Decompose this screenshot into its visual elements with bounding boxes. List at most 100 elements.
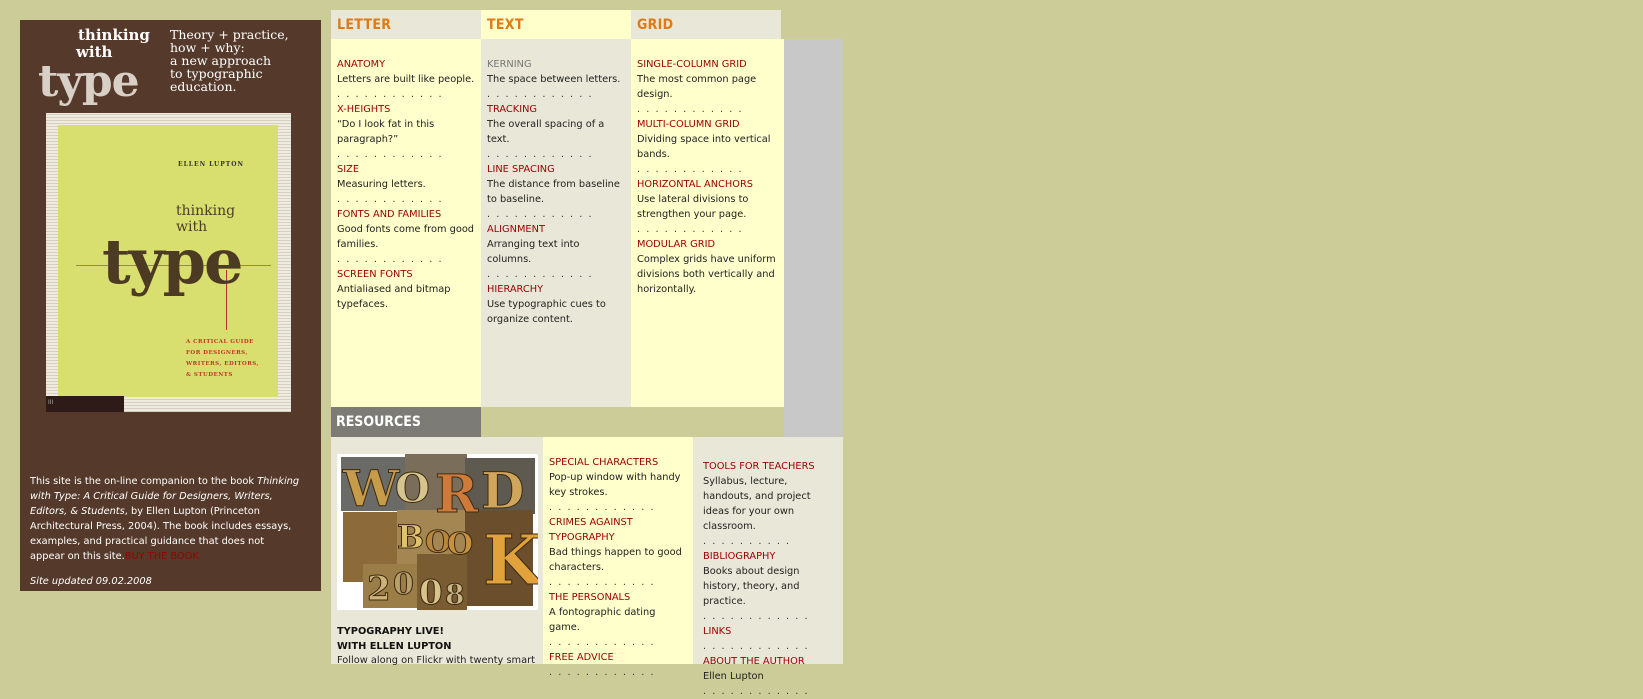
wordbook-letter: K [483, 521, 538, 601]
item-description: Complex grids have uniform divisions bot… [637, 254, 776, 295]
link-tracking[interactable]: TRACKING [487, 102, 625, 117]
link-kerning[interactable]: KERNING [487, 57, 625, 72]
cover-subtitle-line: FOR DESIGNERS, [186, 350, 248, 356]
dotted-divider: . . . . . . . . . . . . [549, 667, 656, 678]
cover-title-line: thinking [176, 203, 236, 219]
tab-letter[interactable]: LETTER [331, 10, 481, 39]
resources-right-column: TOOLS FOR TEACHERS Syllabus, lecture, ha… [693, 437, 843, 697]
wordbook-image[interactable]: W O R D B O O K 2 0 0 8 [337, 454, 538, 610]
item-description: Use lateral divisions to strengthen your… [637, 194, 749, 220]
link-free-advice[interactable]: FREE ADVICE [549, 650, 687, 665]
link-x-heights[interactable]: X-HEIGHTS [337, 102, 475, 117]
link-crimes-against-typography[interactable]: CRIMES AGAINST TYPOGRAPHY [549, 515, 687, 545]
gray-spacer [784, 39, 843, 437]
link-fonts-and-families[interactable]: FONTS AND FAMILIES [337, 207, 475, 222]
item-description: The overall spacing of a text. [487, 119, 605, 145]
item-description: Arranging text into columns. [487, 239, 580, 265]
tagline-line: education. [170, 79, 237, 94]
wordbook-letter: 0 [393, 567, 414, 602]
logo-line-thinking: thinking [78, 26, 150, 44]
link-the-personals[interactable]: THE PERSONALS [549, 590, 687, 605]
link-modular-grid[interactable]: MODULAR GRID [637, 237, 778, 252]
tab-grid[interactable]: GRID [631, 10, 781, 39]
dotted-divider: . . . . . . . . . . . . [337, 194, 444, 205]
letter-column: ANATOMY Letters are built like people. .… [331, 39, 481, 407]
dotted-divider: . . . . . . . . . . . . [487, 209, 594, 220]
wordbook-letter: D [481, 461, 524, 520]
dotted-divider: . . . . . . . . . . . . [549, 502, 656, 513]
wordbook-letter: 2 [367, 569, 391, 609]
link-about-the-author[interactable]: ABOUT THE AUTHOR [703, 654, 833, 669]
resources-feature: W O R D B O O K 2 0 0 8 TYPOGRAPHY LIVE!… [331, 437, 543, 666]
live-title-line: WITH ELLEN LUPTON [337, 641, 452, 652]
link-tools-for-teachers[interactable]: TOOLS FOR TEACHERS [703, 459, 833, 474]
cover-subtitle-line: A CRITICAL GUIDE [186, 339, 254, 345]
wordbook-letter: B [397, 518, 424, 556]
link-alignment[interactable]: ALIGNMENT [487, 222, 625, 237]
item-description: Syllabus, lecture, handouts, and project… [703, 476, 811, 532]
dotted-divider: . . . . . . . . . . . . [637, 164, 744, 175]
info-intro: This site is the on-line companion to th… [30, 476, 258, 487]
typography-live-description: Follow along on Flickr with twenty smart [337, 655, 535, 666]
resources-header-spacer [481, 407, 784, 437]
text-column: KERNING The space between letters. . . .… [481, 39, 631, 407]
item-description: The most common page design. [637, 74, 757, 100]
dotted-divider: . . . . . . . . . . . . [337, 254, 444, 265]
dotted-divider: . . . . . . . . . . . . [703, 641, 810, 652]
dotted-divider: . . . . . . . . . . . . [637, 104, 744, 115]
link-horizontal-anchors[interactable]: HORIZONTAL ANCHORS [637, 177, 778, 192]
dotted-divider: . . . . . . . . . . . . [703, 611, 810, 622]
wordbook-letter: O [395, 465, 430, 512]
item-description: Ellen Lupton [703, 671, 764, 682]
link-links[interactable]: LINKS [703, 624, 833, 639]
resources-header: RESOURCES [331, 407, 481, 437]
wordbook-letter: R [435, 464, 479, 525]
dotted-divider: . . . . . . . . . . . . [337, 89, 444, 100]
dotted-divider: . . . . . . . . . . . . [487, 149, 594, 160]
book-cover-image[interactable]: ELLEN LUPTON thinking with type A CRITIC… [46, 113, 291, 412]
live-title-line: TYPOGRAPHY LIVE! [337, 626, 444, 637]
dotted-divider: . . . . . . . . . . . . [637, 224, 744, 235]
cover-author: ELLEN LUPTON [178, 161, 244, 168]
cover-subtitle-line: WRITERS, EDITORS, [186, 361, 259, 367]
cover-subtitle: A CRITICAL GUIDE FOR DESIGNERS, WRITERS,… [186, 337, 259, 381]
link-anatomy[interactable]: ANATOMY [337, 57, 475, 72]
dotted-divider: . . . . . . . . . . . . [549, 577, 656, 588]
wordbook-letter: O [447, 527, 473, 562]
link-multi-column-grid[interactable]: MULTI-COLUMN GRID [637, 117, 778, 132]
link-single-column-grid[interactable]: SINGLE-COLUMN GRID [637, 57, 778, 72]
buy-the-book-link[interactable]: BUY THE BOOK [125, 551, 199, 562]
dotted-divider: . . . . . . . . . . . . [487, 89, 594, 100]
link-screen-fonts[interactable]: SCREEN FONTS [337, 267, 475, 282]
wordbook-letter: 0 [419, 573, 443, 610]
logo-type-word[interactable]: type [38, 56, 140, 107]
cover-subtitle-line: & STUDENTS [186, 372, 233, 378]
wordbook-letterpress: W O R D B O O K 2 0 0 8 [337, 454, 538, 610]
cover-bar-mark: III [48, 399, 54, 406]
item-description: The space between letters. [487, 74, 621, 85]
link-line-spacing[interactable]: LINE SPACING [487, 162, 625, 177]
dotted-divider: . . . . . . . . . . . . [487, 269, 594, 280]
link-special-characters[interactable]: SPECIAL CHARACTERS [549, 455, 687, 470]
link-bibliography[interactable]: BIBLIOGRAPHY [703, 549, 833, 564]
wordbook-letter: W [342, 459, 400, 518]
dotted-divider: . . . . . . . . . . . . [337, 149, 444, 160]
wordbook-letter: 8 [445, 578, 464, 610]
item-description: “Do I look fat in this paragraph?” [337, 119, 435, 145]
site-updated: Site updated 09.02.2008 [30, 576, 152, 587]
dotted-divider: . . . . . . . . . . [703, 536, 791, 547]
item-description: Pop-up window with handy key strokes. [549, 472, 681, 498]
typography-live-title[interactable]: TYPOGRAPHY LIVE! WITH ELLEN LUPTON [337, 624, 451, 654]
grid-column: SINGLE-COLUMN GRID The most common page … [631, 39, 784, 407]
item-description: Dividing space into vertical bands. [637, 134, 771, 160]
tab-text[interactable]: TEXT [481, 10, 631, 39]
dotted-divider: . . . . . . . . . . . . [703, 686, 810, 697]
item-description: Use typographic cues to organize content… [487, 299, 606, 325]
site-description: This site is the on-line companion to th… [30, 474, 300, 564]
resources-middle-column: SPECIAL CHARACTERS Pop-up window with ha… [543, 437, 693, 678]
item-description: The distance from baseline to baseline. [487, 179, 620, 205]
link-size[interactable]: SIZE [337, 162, 475, 177]
item-description: Books about design history, theory, and … [703, 566, 800, 607]
link-hierarchy[interactable]: HIERARCHY [487, 282, 625, 297]
cover-title-type: type [102, 225, 243, 298]
